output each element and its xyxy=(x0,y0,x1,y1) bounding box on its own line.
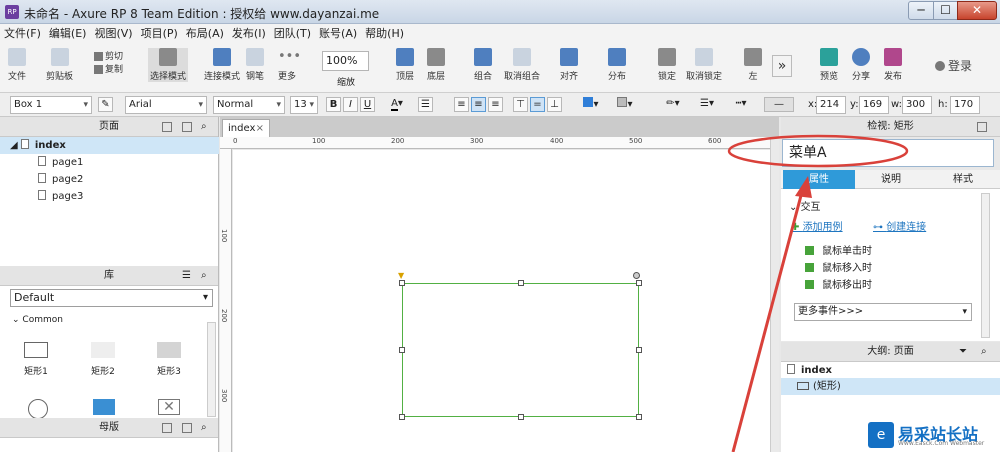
annotation-arrow-head xyxy=(795,176,812,198)
watermark-subtext: Www.Easck.Com Webmaster xyxy=(898,440,985,447)
annotation-ellipse xyxy=(727,134,909,168)
easck-logo-icon: e xyxy=(868,422,894,448)
annotation-arrow-line xyxy=(731,187,805,452)
annotation-overlay xyxy=(727,134,909,452)
watermark: e 易采站长站 Www.Easck.Com Webmaster xyxy=(862,418,1000,452)
